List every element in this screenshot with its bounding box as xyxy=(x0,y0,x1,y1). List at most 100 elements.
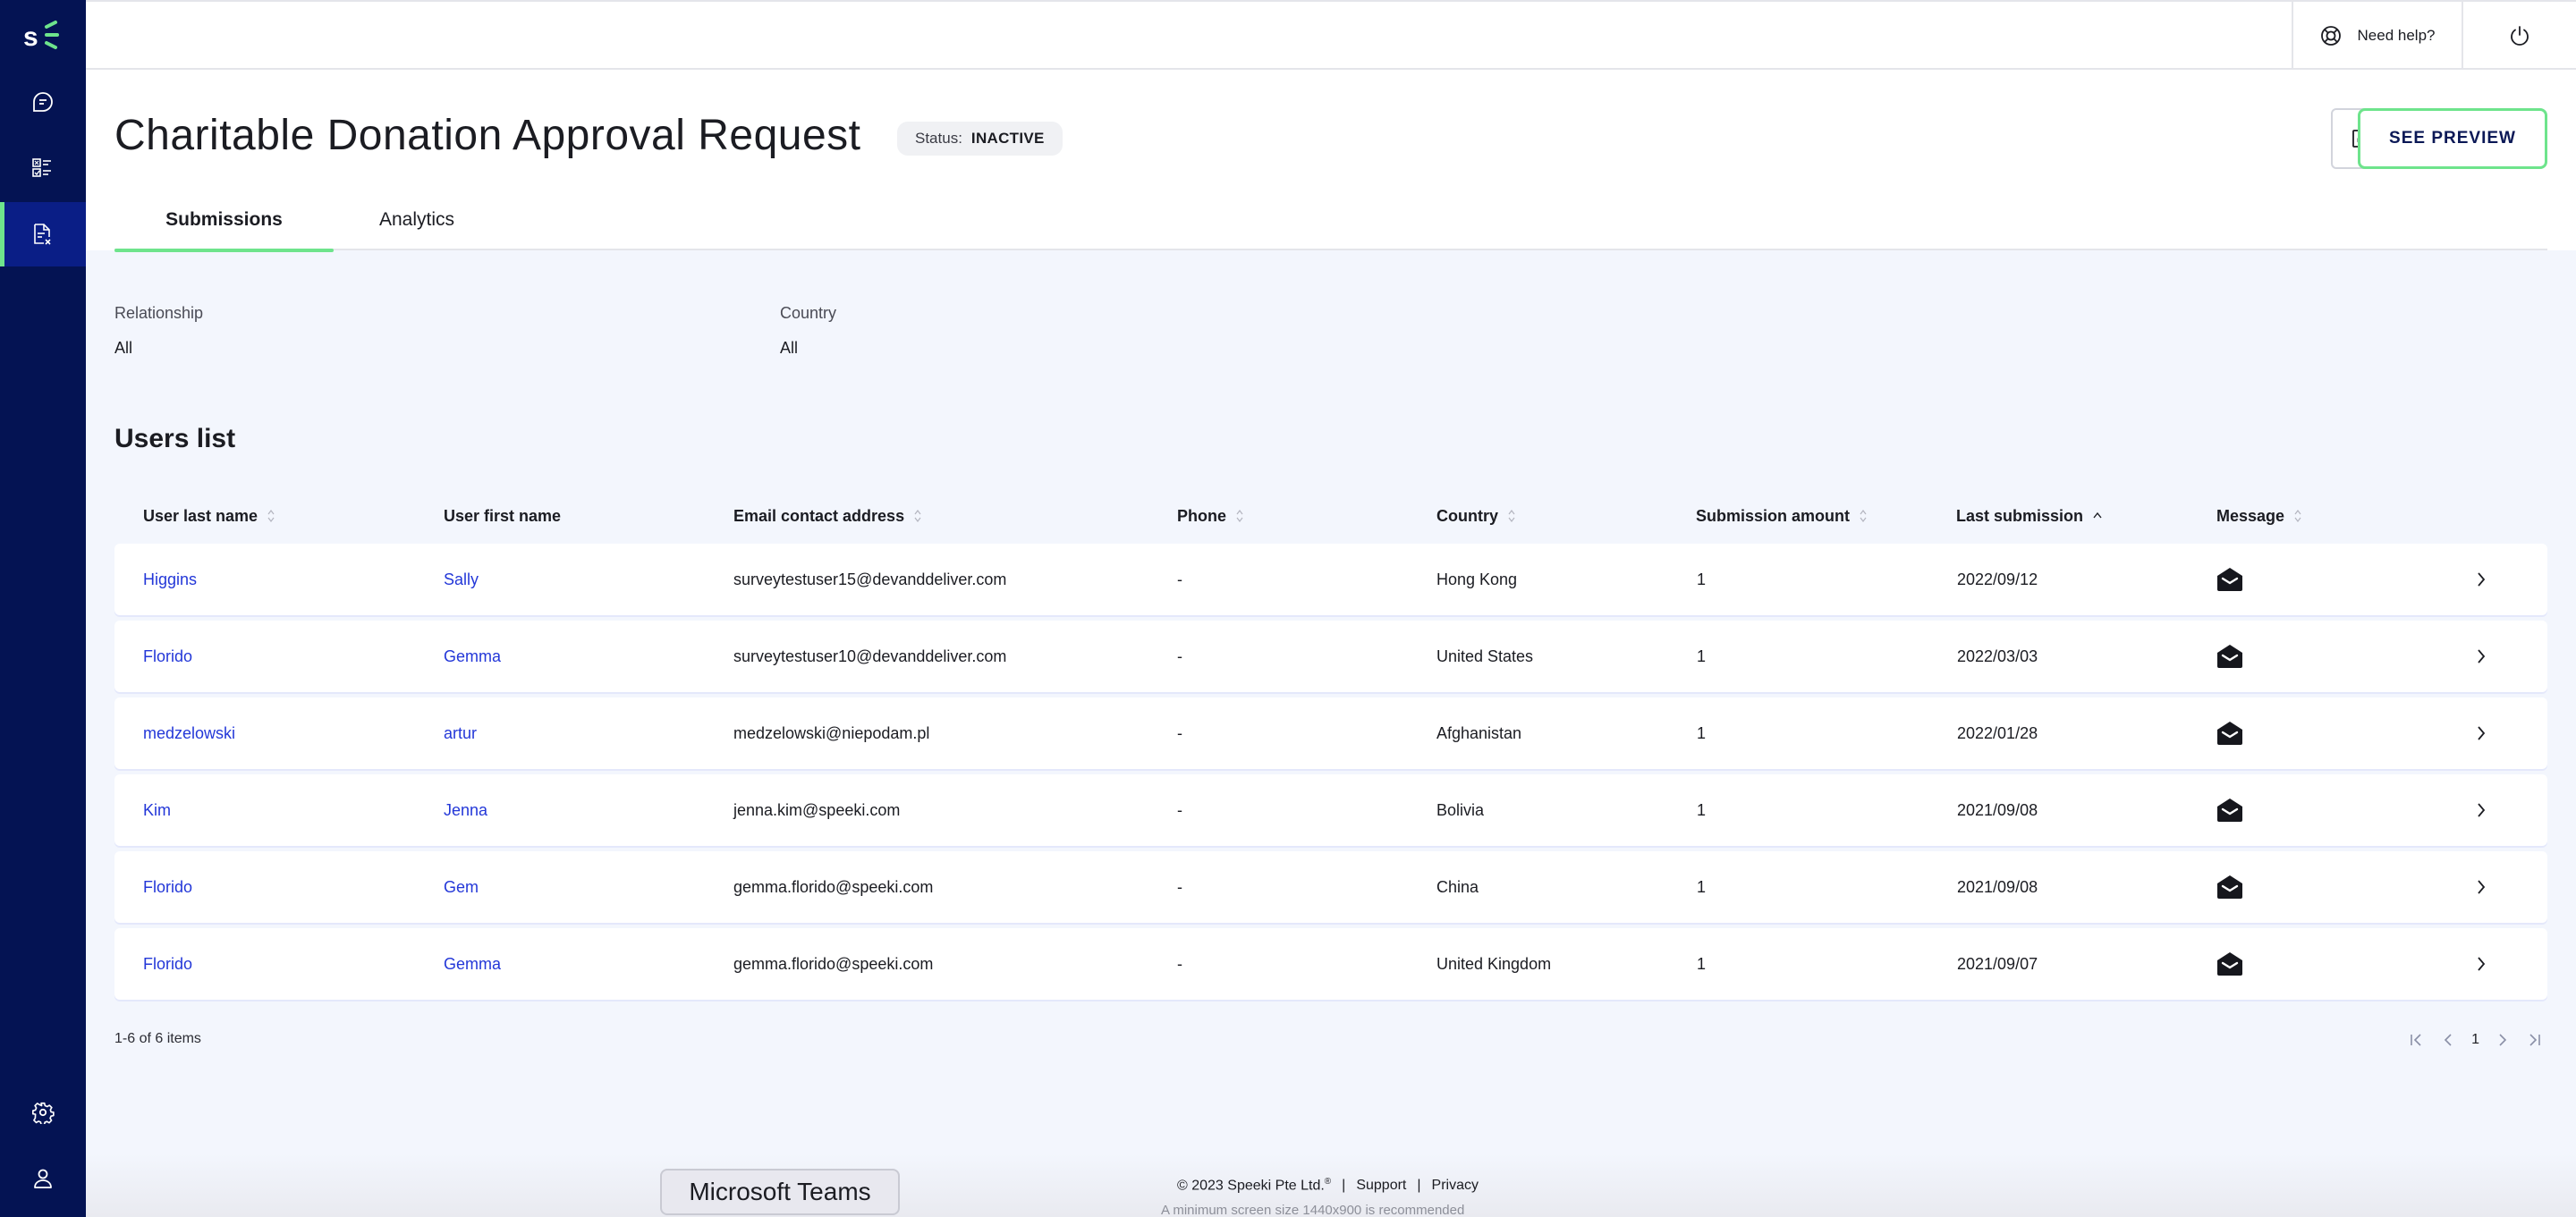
status-badge: Status: INACTIVE xyxy=(897,122,1063,156)
message-button[interactable] xyxy=(2216,851,2243,923)
first-page-button[interactable] xyxy=(2409,1033,2425,1047)
cell-phone: - xyxy=(1177,723,1182,742)
envelope-open-icon xyxy=(2217,799,2242,822)
filter-value[interactable]: All xyxy=(780,339,836,358)
lifebuoy-icon xyxy=(2320,26,2341,46)
tab-analytics[interactable]: Analytics xyxy=(334,202,500,250)
sort-ascending-icon[interactable] xyxy=(2092,508,2103,524)
sort-icon[interactable] xyxy=(2293,508,2302,524)
cell-last-submission: 2021/09/07 xyxy=(1957,954,2038,973)
cell-phone: - xyxy=(1177,800,1182,819)
chevron-left-icon xyxy=(2444,1034,2452,1046)
sidebar-item-settings[interactable] xyxy=(0,1080,86,1145)
column-header-last-submission[interactable]: Last submission xyxy=(1956,501,2103,531)
table-row[interactable]: Florido Gemma gemma.florido@speeki.com - Uni… xyxy=(114,928,2547,1000)
next-page-button[interactable] xyxy=(2497,1033,2508,1047)
cell-last-name[interactable]: medzelowski xyxy=(143,697,235,769)
filter-relationship[interactable]: Relationship All xyxy=(114,304,203,358)
screen-size-note: A minimum screen size 1440x900 is recomm… xyxy=(1161,1203,1465,1217)
table-row[interactable]: medzelowski artur medzelowski@niepodam.pl -… xyxy=(114,697,2547,769)
need-help-button[interactable]: Need help? xyxy=(2292,2,2463,70)
last-page-button[interactable] xyxy=(2526,1033,2542,1047)
row-details-button[interactable] xyxy=(2476,697,2487,769)
cell-submission-amount: 1 xyxy=(1697,800,1707,819)
top-bar: Need help? xyxy=(86,0,2576,70)
cell-first-name[interactable]: artur xyxy=(444,697,477,769)
cell-last-name[interactable]: Florido xyxy=(143,928,192,1000)
cell-last-name[interactable]: Kim xyxy=(143,774,171,846)
logout-button[interactable] xyxy=(2463,2,2576,70)
cell-email: jenna.kim@speeki.com xyxy=(733,800,901,819)
filter-label: Country xyxy=(780,304,837,322)
need-help-label: Need help? xyxy=(2357,27,2436,44)
items-count: 1-6 of 6 items xyxy=(114,1031,201,1046)
support-link[interactable]: Support xyxy=(1356,1178,1406,1194)
cell-submission-amount: 1 xyxy=(1697,877,1707,896)
page-number-current[interactable]: 1 xyxy=(2471,1032,2479,1048)
column-label: User last name xyxy=(143,506,258,525)
tab-submissions[interactable]: Submissions xyxy=(114,202,334,252)
chevron-right-icon xyxy=(2478,880,2486,894)
privacy-link[interactable]: Privacy xyxy=(1432,1178,1479,1194)
cell-submission-amount: 1 xyxy=(1697,954,1707,973)
pagination: 1 xyxy=(2409,1028,2542,1052)
column-header-last-name[interactable]: User last name xyxy=(143,501,275,531)
cell-first-name[interactable]: Sally xyxy=(444,544,479,615)
sidebar-item-checklist[interactable] xyxy=(0,136,86,200)
sort-icon[interactable] xyxy=(913,508,922,524)
message-button[interactable] xyxy=(2216,697,2243,769)
cell-country: Hong Kong xyxy=(1436,570,1518,588)
column-header-country[interactable]: Country xyxy=(1436,501,1516,531)
filter-country[interactable]: Country All xyxy=(780,304,836,358)
message-button[interactable] xyxy=(2216,774,2243,846)
message-button[interactable] xyxy=(2216,928,2243,1000)
sort-icon[interactable] xyxy=(267,508,275,524)
message-button[interactable] xyxy=(2216,621,2243,692)
cell-first-name[interactable]: Gemma xyxy=(444,621,501,692)
row-details-button[interactable] xyxy=(2476,851,2487,923)
sort-icon[interactable] xyxy=(1507,508,1516,524)
row-details-button[interactable] xyxy=(2476,928,2487,1000)
power-icon xyxy=(2511,26,2529,46)
previous-page-button[interactable] xyxy=(2443,1033,2453,1047)
sort-icon[interactable] xyxy=(1859,508,1868,524)
cell-last-name[interactable]: Florido xyxy=(143,851,192,923)
cell-country: Bolivia xyxy=(1436,800,1485,819)
filter-value[interactable]: All xyxy=(114,339,203,358)
page-title: Charitable Donation Approval Request xyxy=(114,112,861,159)
row-details-button[interactable] xyxy=(2476,621,2487,692)
column-header-message[interactable]: Message xyxy=(2216,501,2302,531)
speeki-logo[interactable]: s xyxy=(0,13,86,59)
cell-first-name[interactable]: Jenna xyxy=(444,774,487,846)
sidebar-item-chat[interactable] xyxy=(0,70,86,134)
column-header-first-name[interactable]: User first name xyxy=(444,501,561,531)
column-header-submission-amount[interactable]: Submission amount xyxy=(1696,501,1868,531)
sidebar-item-profile[interactable] xyxy=(0,1146,86,1211)
cell-last-name[interactable]: Florido xyxy=(143,621,192,692)
tooltip: Microsoft Teams xyxy=(660,1169,900,1215)
last-page-icon xyxy=(2529,1034,2540,1046)
row-details-button[interactable] xyxy=(2476,544,2487,615)
message-button[interactable] xyxy=(2216,544,2243,615)
table-row[interactable]: Florido Gemma surveytestuser10@devanddeliv… xyxy=(114,621,2547,692)
column-header-phone[interactable]: Phone xyxy=(1177,501,1244,531)
column-header-email[interactable]: Email contact address xyxy=(733,501,922,531)
cell-phone: - xyxy=(1177,647,1182,665)
cell-submission-amount: 1 xyxy=(1697,647,1707,665)
cell-email: gemma.florido@speeki.com xyxy=(733,877,934,896)
sidebar-item-forms[interactable] xyxy=(0,202,86,266)
page-header: Charitable Donation Approval Request Sta… xyxy=(86,70,2576,252)
checklist-icon xyxy=(32,158,51,177)
cell-submission-amount: 1 xyxy=(1697,570,1707,588)
table-row[interactable]: Kim Jenna jenna.kim@speeki.com - Bolivia 1 202… xyxy=(114,774,2547,846)
cell-first-name[interactable]: Gemma xyxy=(444,928,501,1000)
row-details-button[interactable] xyxy=(2476,774,2487,846)
cell-last-submission: 2021/09/08 xyxy=(1957,800,2038,819)
see-preview-button[interactable]: SEE PREVIEW xyxy=(2358,108,2547,169)
table-row[interactable]: Florido Gem gemma.florido@speeki.com - China… xyxy=(114,851,2547,923)
cell-first-name[interactable]: Gem xyxy=(444,851,479,923)
cell-last-name[interactable]: Higgins xyxy=(143,544,197,615)
table-row[interactable]: Higgins Sally surveytestuser15@devanddeliv… xyxy=(114,544,2547,615)
separator: | xyxy=(1417,1177,1421,1193)
sort-icon[interactable] xyxy=(1235,508,1244,524)
